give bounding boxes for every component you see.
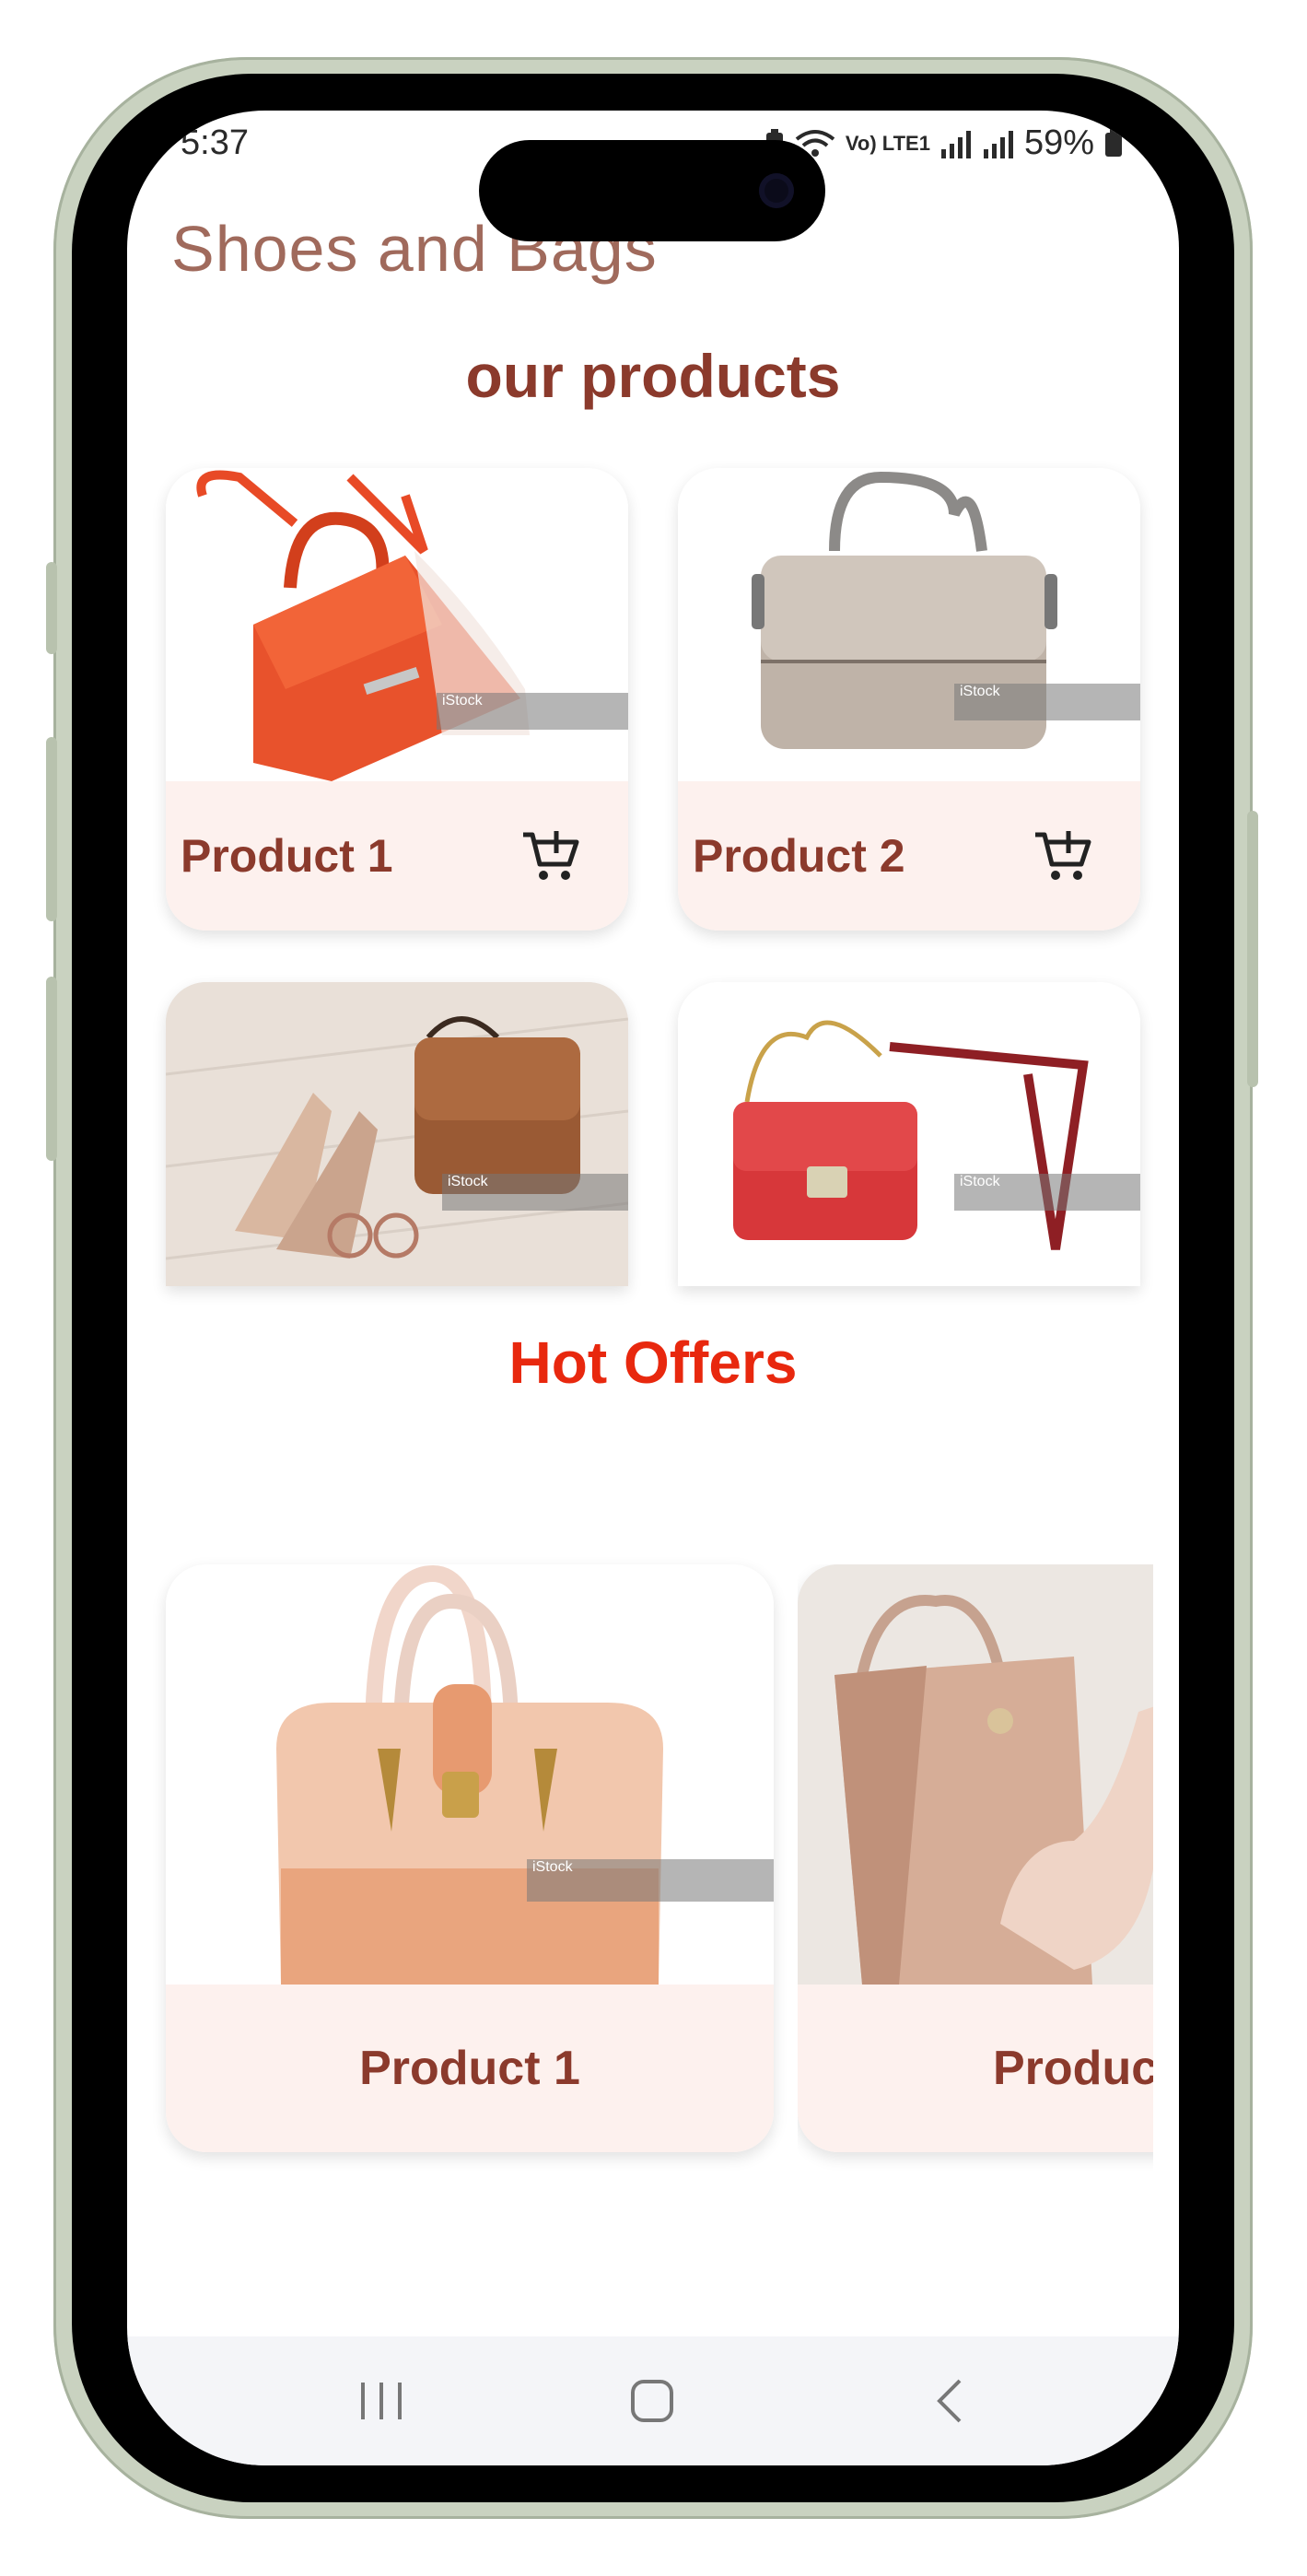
watermark: iStock bbox=[442, 1174, 628, 1211]
product-image-shoes-and-brown-bag: iStock bbox=[166, 982, 628, 1286]
product-card[interactable]: iStock Product 2 bbox=[678, 468, 1140, 931]
hot-offer-card-footer: Product 1 bbox=[166, 1985, 774, 2152]
product-label: Product 2 bbox=[693, 830, 905, 882]
phone-volume-up bbox=[46, 737, 57, 921]
product-image-nude-patent-bag-and-heels bbox=[798, 1564, 1153, 1985]
phone-side-button bbox=[46, 562, 57, 654]
signal-icon bbox=[940, 130, 971, 158]
hot-offer-card[interactable]: Produc bbox=[798, 1564, 1153, 2152]
phone-power-button bbox=[1247, 811, 1258, 1087]
recent-apps-icon[interactable] bbox=[356, 2377, 407, 2425]
product-image-silver-handbag: iStock bbox=[678, 468, 1140, 781]
system-navigation-bar bbox=[127, 2336, 1179, 2465]
product-card[interactable]: iStock Product 1 bbox=[166, 468, 628, 931]
battery-percent: 59% bbox=[1023, 123, 1094, 162]
add-to-cart-icon[interactable] bbox=[521, 829, 580, 884]
hot-offer-card[interactable]: iStock Product 1 bbox=[166, 1564, 774, 2152]
add-to-cart-icon[interactable] bbox=[1033, 829, 1092, 884]
product-label: Produc bbox=[993, 2042, 1153, 2095]
status-time: 5:37 bbox=[181, 123, 249, 162]
watermark: iStock bbox=[437, 693, 628, 730]
our-products-title: our products bbox=[465, 342, 841, 410]
status-icons: Vo) LTE1 59% bbox=[764, 123, 1124, 163]
phone-volume-down bbox=[46, 977, 57, 1161]
product-image-orange-handbag: iStock bbox=[166, 468, 628, 781]
camera-icon bbox=[759, 173, 794, 208]
watermark: iStock bbox=[954, 684, 1140, 720]
product-image-peach-croc-handbag: iStock bbox=[166, 1564, 774, 1985]
product-card[interactable]: iStock bbox=[678, 982, 1140, 1286]
hot-offers-title: Hot Offers bbox=[508, 1329, 798, 1396]
signal-icon-2 bbox=[983, 130, 1013, 158]
watermark: iStock bbox=[954, 1174, 1140, 1211]
screen: 5:37 Vo) LTE1 59% Shoes and Bags our pro… bbox=[127, 111, 1179, 2465]
product-label: Product 1 bbox=[359, 2042, 580, 2095]
back-icon[interactable] bbox=[932, 2377, 969, 2425]
battery-icon bbox=[1105, 128, 1122, 157]
product-image-red-crossbody-bag: iStock bbox=[678, 982, 1140, 1286]
dynamic-island bbox=[479, 140, 825, 241]
product-label: Product 1 bbox=[181, 830, 393, 882]
home-icon[interactable] bbox=[628, 2377, 676, 2425]
product-card[interactable]: iStock bbox=[166, 982, 628, 1286]
hot-offer-card-footer: Produc bbox=[798, 1985, 1153, 2152]
network-label: Vo) LTE1 bbox=[845, 131, 930, 155]
watermark: iStock bbox=[527, 1859, 774, 1902]
hot-offer-card-clip: Produc bbox=[798, 1564, 1153, 2172]
